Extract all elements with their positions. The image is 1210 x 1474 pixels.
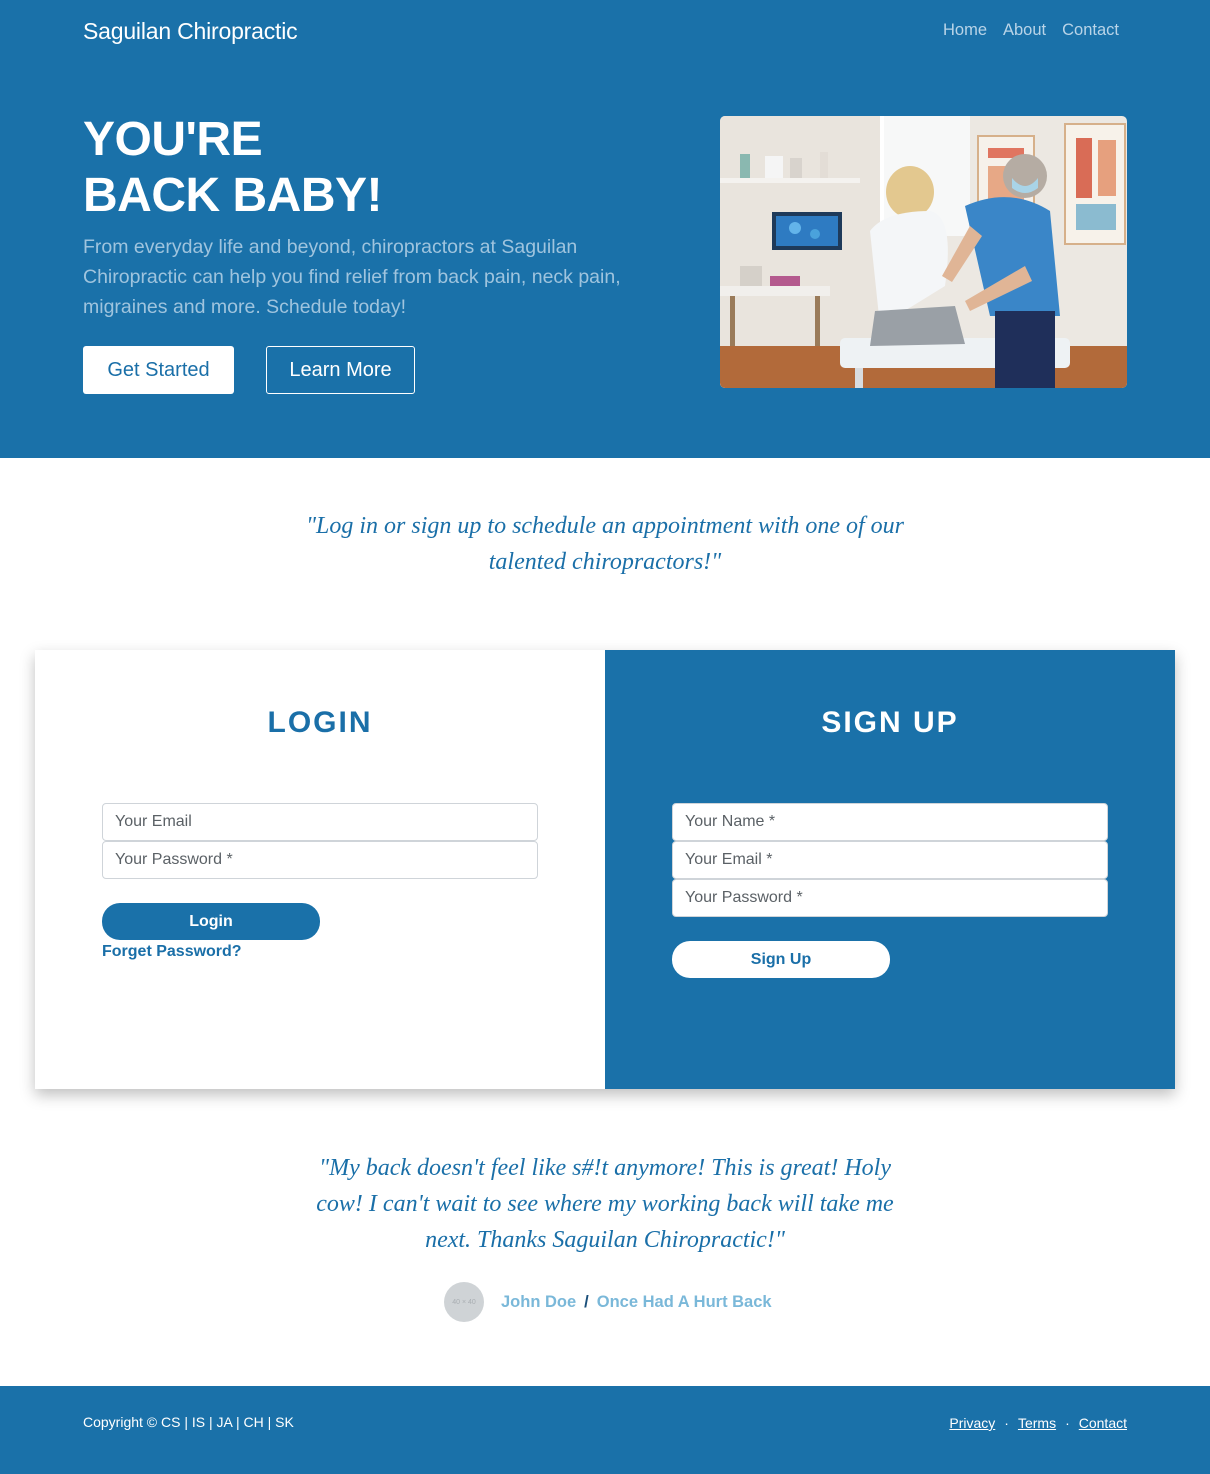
- footer-terms-link[interactable]: Terms: [1018, 1415, 1056, 1431]
- nav-about-link[interactable]: About: [1003, 21, 1046, 40]
- footer-contact-link[interactable]: Contact: [1079, 1415, 1127, 1431]
- login-email-field[interactable]: [102, 803, 538, 841]
- brand-logo[interactable]: Saguilan Chiropractic: [83, 18, 298, 45]
- nav-contact-link[interactable]: Contact: [1062, 21, 1119, 40]
- signup-title: SIGN UP: [821, 706, 959, 739]
- testimonial-author: 40 × 40 John Doe / Once Had A Hurt Back: [444, 1282, 772, 1322]
- hero-description: From everyday life and beyond, chiroprac…: [83, 236, 621, 318]
- signup-button[interactable]: Sign Up: [672, 941, 890, 978]
- login-title: LOGIN: [267, 706, 373, 739]
- top-nav: Home About Contact: [943, 21, 1119, 40]
- footer-dot-1: ·: [1004, 1415, 1009, 1431]
- get-started-button[interactable]: Get Started: [83, 346, 234, 394]
- avatar: 40 × 40: [444, 1282, 484, 1322]
- nav-home-link[interactable]: Home: [943, 21, 987, 40]
- footer-links: Privacy · Terms · Contact: [949, 1415, 1127, 1431]
- testimonial-quote: "My back doesn't feel like s#!t anymore!…: [316, 1155, 894, 1253]
- forgot-password-link[interactable]: Forget Password?: [102, 943, 242, 961]
- hero-title-line2: BACK BABY!: [83, 169, 382, 222]
- hero-photo: [720, 116, 1127, 388]
- intro-quote: "Log in or sign up to schedule an appoin…: [305, 513, 905, 575]
- footer-dot-2: ·: [1065, 1415, 1070, 1431]
- auth-panels: LOGIN Login Forget Password? SIGN UP Sig…: [35, 650, 1175, 1089]
- copyright-text: Copyright © CS | IS | JA | CH | SK: [83, 1414, 294, 1430]
- login-button[interactable]: Login: [102, 903, 320, 940]
- signup-name-field[interactable]: [672, 803, 1108, 841]
- hero-title-line1: YOU'RE: [83, 113, 263, 166]
- signup-email-field[interactable]: [672, 841, 1108, 879]
- author-name: John Doe: [501, 1292, 577, 1311]
- login-panel: LOGIN Login Forget Password?: [35, 650, 605, 1089]
- hero-title: YOU'RE BACK BABY!: [83, 112, 382, 224]
- author-separator: /: [584, 1292, 589, 1311]
- author-role: Once Had A Hurt Back: [596, 1292, 772, 1311]
- footer: Copyright © CS | IS | JA | CH | SK Priva…: [0, 1386, 1210, 1474]
- signup-panel: SIGN UP Sign Up: [605, 650, 1175, 1089]
- login-password-field[interactable]: [102, 841, 538, 879]
- footer-privacy-link[interactable]: Privacy: [949, 1415, 995, 1431]
- learn-more-button[interactable]: Learn More: [266, 346, 415, 394]
- signup-password-field[interactable]: [672, 879, 1108, 917]
- hero-section: Saguilan Chiropractic Home About Contact…: [0, 0, 1210, 458]
